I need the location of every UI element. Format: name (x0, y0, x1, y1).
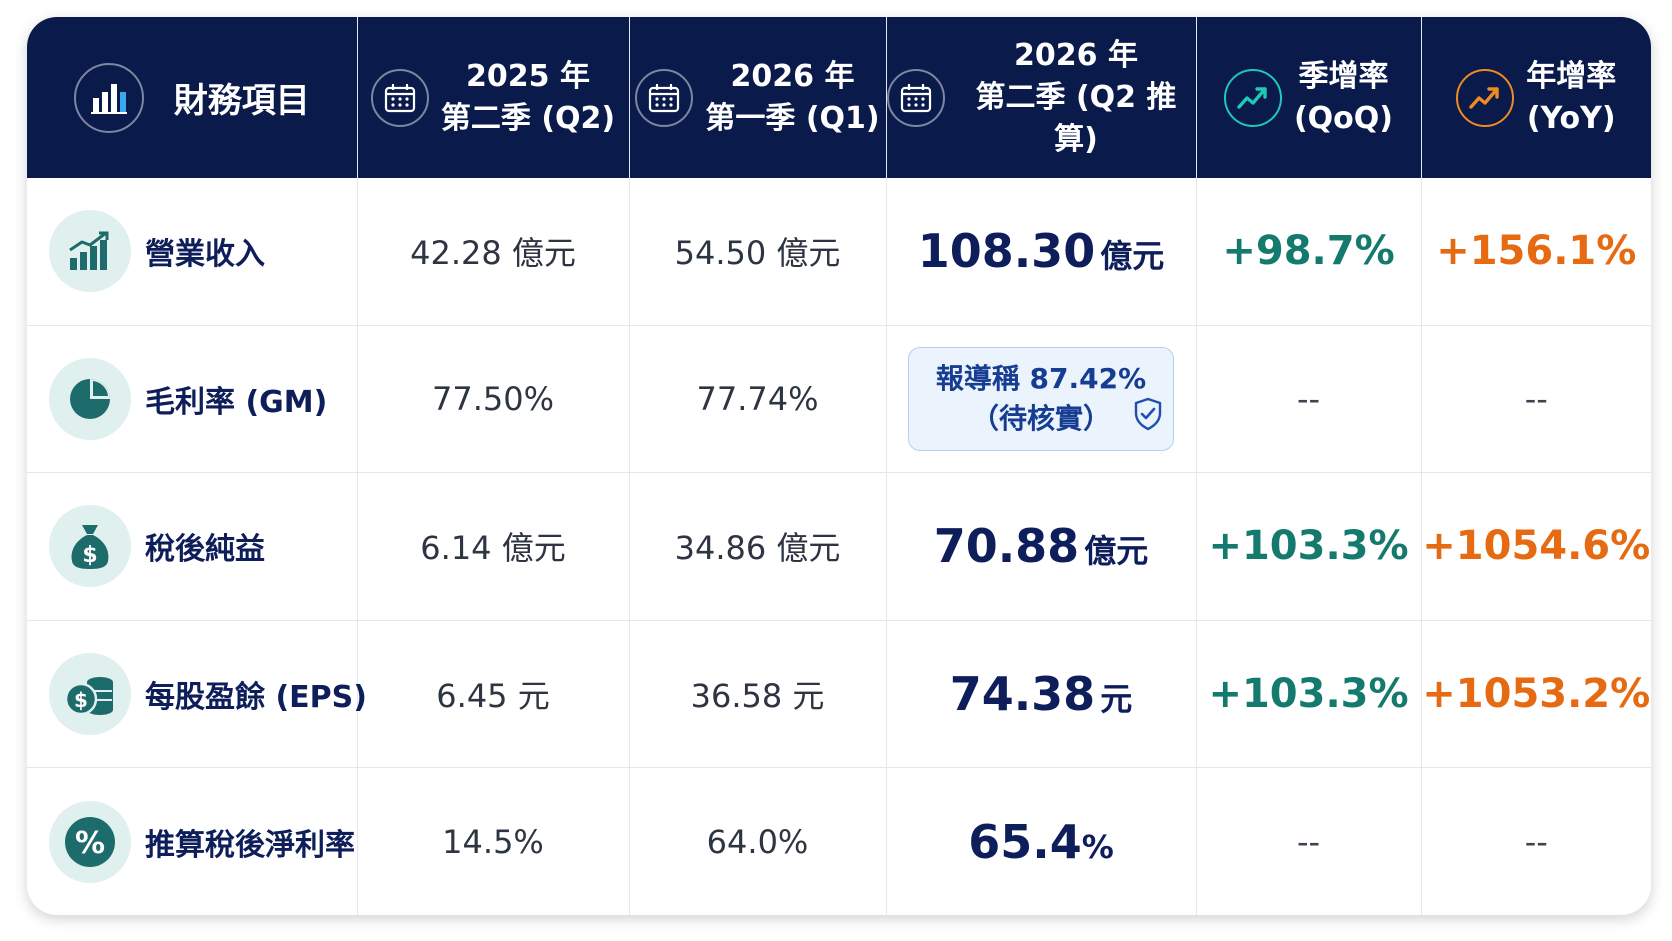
eps-q2-2026-value: 74.38 (949, 666, 1096, 721)
header-q1-2026: 2026 年 第一季 (Q1) (629, 17, 887, 178)
header-yoy-line2: (YoY) (1526, 100, 1616, 136)
row-header-gross-margin: 毛利率 (GM) (27, 325, 358, 474)
trend-up-icon (1223, 68, 1282, 127)
header-q2-2026-line1: 2026 年 (1014, 37, 1138, 73)
revenue-q2-2026-value: 108.30 (917, 224, 1096, 279)
nm-q2-2026-value: 65.4 (968, 814, 1082, 869)
header-qoq-line2: (QoQ) (1293, 100, 1394, 136)
calendar-icon (886, 68, 945, 127)
header-q2-2025: 2025 年 第二季 (Q2) (357, 17, 630, 178)
cell-ni-q2-2026: 70.88 億元 (886, 472, 1197, 621)
svg-text:$: $ (74, 688, 88, 712)
calendar-icon (370, 68, 429, 127)
financial-table: 財務項目 2025 年 第二季 (Q2) 2026 年 第一季 (Q1) 202… (27, 17, 1651, 915)
pie-chart-icon (49, 358, 131, 441)
cell-gm-q2-2025: 77.50% (357, 325, 630, 474)
nm-q2-2026-pct: % (1081, 827, 1114, 866)
cell-eps-q2-2025: 6.45 元 (357, 620, 630, 769)
svg-text:%: % (75, 826, 105, 861)
header-item: 財務項目 (27, 17, 358, 178)
revenue-q2-2026-unit: 億元 (1100, 237, 1165, 276)
header-q2-2026: 2026 年 第二季 (Q2 推算) (886, 17, 1197, 178)
table-row-net-income: $ 稅後純益 6.14 億元 34.86 億元 70.88 億元 +103.3%… (27, 472, 1651, 621)
cell-ni-q1-2026: 34.86 億元 (629, 472, 887, 621)
cell-nm-qoq: -- (1196, 767, 1422, 915)
row-label-net-income: 稅後純益 (145, 532, 265, 568)
header-qoq: 季增率 (QoQ) (1196, 17, 1422, 178)
growth-chart-icon (49, 210, 131, 293)
cell-eps-yoy: +1053.2% (1421, 620, 1651, 769)
cell-ni-yoy: +1054.6% (1421, 472, 1651, 621)
cell-eps-q2-2026: 74.38 元 (886, 620, 1197, 769)
header-qoq-line1: 季增率 (1298, 58, 1389, 94)
cell-revenue-q2-2026: 108.30 億元 (886, 178, 1197, 326)
bar-chart-icon (73, 62, 144, 133)
calendar-icon (635, 68, 694, 127)
row-header-net-margin: % 推算稅後淨利率 (27, 767, 358, 915)
table-row-net-margin: % 推算稅後淨利率 14.5% 64.0% 65.4% -- -- (27, 767, 1651, 915)
cell-nm-q2-2025: 14.5% (357, 767, 630, 915)
header-item-label: 財務項目 (173, 81, 310, 121)
money-bag-icon: $ (49, 505, 131, 588)
row-label-eps: 每股盈餘 (EPS) (145, 679, 367, 715)
unverified-note: 報導稱 87.42% （待核實） (908, 347, 1174, 452)
header-q2-2026-line2: 第二季 (Q2 推算) (975, 79, 1177, 157)
table-row-revenue: 營業收入 42.28 億元 54.50 億元 108.30 億元 +98.7% … (27, 178, 1651, 326)
table-header: 財務項目 2025 年 第二季 (Q2) 2026 年 第一季 (Q1) 202… (27, 17, 1651, 178)
eps-q2-2026-unit: 元 (1100, 679, 1133, 718)
row-header-net-income: $ 稅後純益 (27, 472, 358, 621)
cell-revenue-q2-2025: 42.28 億元 (357, 178, 630, 326)
row-label-revenue: 營業收入 (145, 237, 265, 273)
cell-eps-q1-2026: 36.58 元 (629, 620, 887, 769)
financial-table-card: 財務項目 2025 年 第二季 (Q2) 2026 年 第一季 (Q1) 202… (27, 17, 1651, 915)
header-q2-2025-line1: 2025 年 (466, 58, 590, 94)
header-q1-2026-line1: 2026 年 (730, 58, 855, 94)
cell-gm-q1-2026: 77.74% (629, 325, 887, 474)
svg-text:$: $ (82, 543, 97, 568)
ni-q2-2026-unit: 億元 (1084, 532, 1149, 571)
cell-revenue-q1-2026: 54.50 億元 (629, 178, 887, 326)
note-line2: （待核實） (970, 402, 1111, 436)
row-header-eps: $ 每股盈餘 (EPS) (27, 620, 367, 769)
cell-revenue-yoy: +156.1% (1421, 178, 1651, 326)
cell-nm-q2-2026: 65.4% (886, 767, 1197, 915)
header-yoy-line1: 年增率 (1526, 58, 1617, 94)
header-q2-2025-line2: 第二季 (Q2) (440, 100, 616, 136)
row-label-gross-margin: 毛利率 (GM) (145, 385, 328, 421)
ni-q2-2026-value: 70.88 (933, 519, 1080, 574)
cell-revenue-qoq: +98.7% (1196, 178, 1422, 326)
note-line1: 報導稱 87.42% (935, 362, 1147, 396)
header-yoy: 年增率 (YoY) (1421, 17, 1651, 178)
cell-nm-yoy: -- (1524, 822, 1548, 861)
cell-ni-qoq: +103.3% (1196, 472, 1422, 621)
cell-gm-q2-2026: 報導稱 87.42% （待核實） (886, 325, 1197, 474)
cell-gm-qoq: -- (1196, 325, 1422, 474)
shield-check-icon (1133, 397, 1163, 442)
percent-icon: % (49, 800, 131, 883)
trend-up-icon (1456, 68, 1515, 127)
table-row-gross-margin: 毛利率 (GM) 77.50% 77.74% 報導稱 87.42% （待核實） (27, 325, 1651, 474)
header-q1-2026-line2: 第一季 (Q1) (705, 100, 880, 136)
cell-eps-qoq: +103.3% (1196, 620, 1422, 769)
table-row-eps: $ 每股盈餘 (EPS) 6.45 元 36.58 元 74.38 元 +103… (27, 620, 1651, 769)
row-header-revenue: 營業收入 (27, 178, 358, 326)
coins-icon: $ (49, 652, 131, 735)
row-label-net-margin: 推算稅後淨利率 (145, 827, 355, 863)
cell-gm-yoy: -- (1421, 325, 1651, 474)
cell-ni-q2-2025: 6.14 億元 (357, 472, 630, 621)
cell-nm-q1-2026: 64.0% (629, 767, 887, 915)
